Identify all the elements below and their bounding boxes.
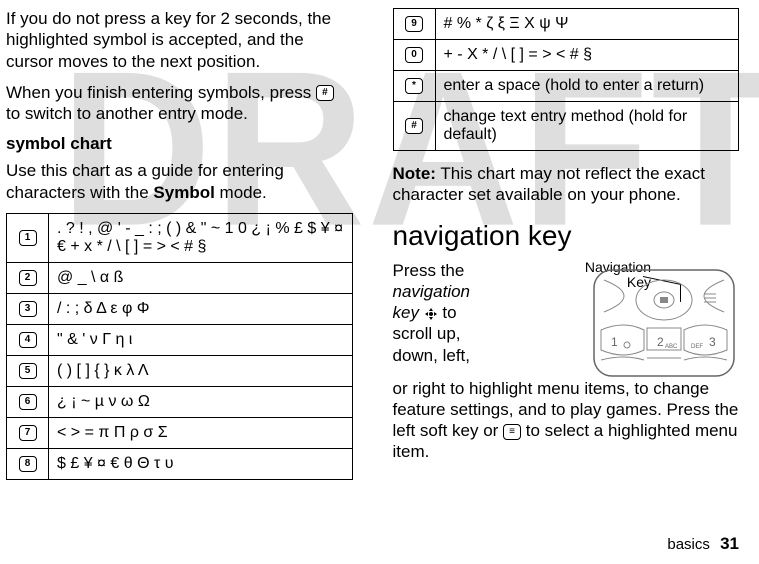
table-row: 0 + - Χ * / \ [ ] = > < # § <box>393 40 739 71</box>
key-5-symbols: ( ) [ ] { } κ λ Λ <box>49 355 353 386</box>
right-column: 9 # % * ζ ξ Ξ Χ ψ Ψ 0 + - Χ * / \ [ ] = … <box>393 8 740 480</box>
key-0-icon: 0 <box>405 47 423 63</box>
table-row: 2 @ _ \ α ß <box>7 262 353 293</box>
page-footer: basics 31 <box>667 534 739 554</box>
key-4-symbols: " & ' ν Γ η ι <box>49 324 353 355</box>
table-row: 8 $ £ ¥ ¤ € θ Θ τ υ <box>7 448 353 479</box>
symbol-chart-table-left: 1 . ? ! , @ ' - _ : ; ( ) & " ~ 1 0 ¿ ¡ … <box>6 213 353 480</box>
key-9-icon: 9 <box>405 16 423 32</box>
key-3-symbols: / : ; δ Δ ε φ Φ <box>49 293 353 324</box>
key-2-symbols: @ _ \ α ß <box>49 262 353 293</box>
table-row: 3 / : ; δ Δ ε φ Φ <box>7 293 353 324</box>
note-label: Note: <box>393 164 436 183</box>
chart-intro-b: mode. <box>215 183 267 202</box>
nav-paragraph-narrow: Press the navigation key to scroll up, d… <box>393 260 488 366</box>
key-hash-desc: change text entry method (hold for defau… <box>435 102 739 151</box>
table-row: 4 " & ' ν Γ η ι <box>7 324 353 355</box>
chart-intro-bold: Symbol <box>153 183 214 202</box>
left-column: If you do not press a key for 2 seconds,… <box>6 8 353 480</box>
menu-key-icon: ≡ <box>503 424 521 440</box>
table-row: * enter a space (hold to enter a return) <box>393 71 739 102</box>
navigation-key-heading: navigation key <box>393 220 740 252</box>
footer-section: basics <box>667 536 710 553</box>
svg-text:DEF: DEF <box>691 344 703 350</box>
key-1-symbols: . ? ! , @ ' - _ : ; ( ) & " ~ 1 0 ¿ ¡ % … <box>49 213 353 262</box>
key-3-icon: 3 <box>19 301 37 317</box>
key-1-icon: 1 <box>19 230 37 246</box>
p2-text-b: to switch to another entry mode. <box>6 104 248 123</box>
table-row: 7 < > = π Π ρ σ Σ <box>7 417 353 448</box>
footer-page-number: 31 <box>720 534 739 553</box>
symbol-chart-table-right: 9 # % * ζ ξ Ξ Χ ψ Ψ 0 + - Χ * / \ [ ] = … <box>393 8 740 151</box>
phone-diagram: Navigation Key <box>496 260 740 380</box>
svg-text:1: 1 <box>611 335 618 349</box>
key-star-desc: enter a space (hold to enter a return) <box>435 71 739 102</box>
nav-paragraph-wide: or right to highlight menu items, to cha… <box>393 378 740 463</box>
chart-intro: Use this chart as a guide for entering c… <box>6 160 353 203</box>
note-text: This chart may not reflect the exact cha… <box>393 164 705 204</box>
table-row: 1 . ? ! , @ ' - _ : ; ( ) & " ~ 1 0 ¿ ¡ … <box>7 213 353 262</box>
table-row: # change text entry method (hold for def… <box>393 102 739 151</box>
intro-paragraph-1: If you do not press a key for 2 seconds,… <box>6 8 353 72</box>
svg-text:3: 3 <box>709 335 716 349</box>
p2-text-a: When you finish entering symbols, press <box>6 83 316 102</box>
nav-section: Press the navigation key to scroll up, d… <box>393 260 740 380</box>
nav-key-glyph-icon <box>424 307 438 321</box>
key-9-symbols: # % * ζ ξ Ξ Χ ψ Ψ <box>435 9 739 40</box>
key-hash-icon: # <box>405 118 423 134</box>
key-5-icon: 5 <box>19 363 37 379</box>
symbol-chart-heading: symbol chart <box>6 134 353 154</box>
key-0-symbols: + - Χ * / \ [ ] = > < # § <box>435 40 739 71</box>
key-8-icon: 8 <box>19 456 37 472</box>
table-row: 6 ¿ ¡ ~ µ ν ω Ω <box>7 386 353 417</box>
intro-paragraph-2: When you finish entering symbols, press … <box>6 82 353 125</box>
svg-text:ABC: ABC <box>665 344 678 350</box>
key-7-icon: 7 <box>19 425 37 441</box>
nav-text-a: Press the <box>393 261 465 280</box>
key-6-icon: 6 <box>19 394 37 410</box>
page-content: If you do not press a key for 2 seconds,… <box>0 0 759 490</box>
table-row: 5 ( ) [ ] { } κ λ Λ <box>7 355 353 386</box>
phone-icon: 1 2 ABC 3 DEF <box>589 268 739 378</box>
svg-text:2: 2 <box>657 335 664 349</box>
key-star-icon: * <box>405 78 423 94</box>
hash-key-icon: # <box>316 85 334 101</box>
key-7-symbols: < > = π Π ρ σ Σ <box>49 417 353 448</box>
key-6-symbols: ¿ ¡ ~ µ ν ω Ω <box>49 386 353 417</box>
note-paragraph: Note: This chart may not reflect the exa… <box>393 163 740 206</box>
key-2-icon: 2 <box>19 270 37 286</box>
key-8-symbols: $ £ ¥ ¤ € θ Θ τ υ <box>49 448 353 479</box>
table-row: 9 # % * ζ ξ Ξ Χ ψ Ψ <box>393 9 739 40</box>
key-4-icon: 4 <box>19 332 37 348</box>
